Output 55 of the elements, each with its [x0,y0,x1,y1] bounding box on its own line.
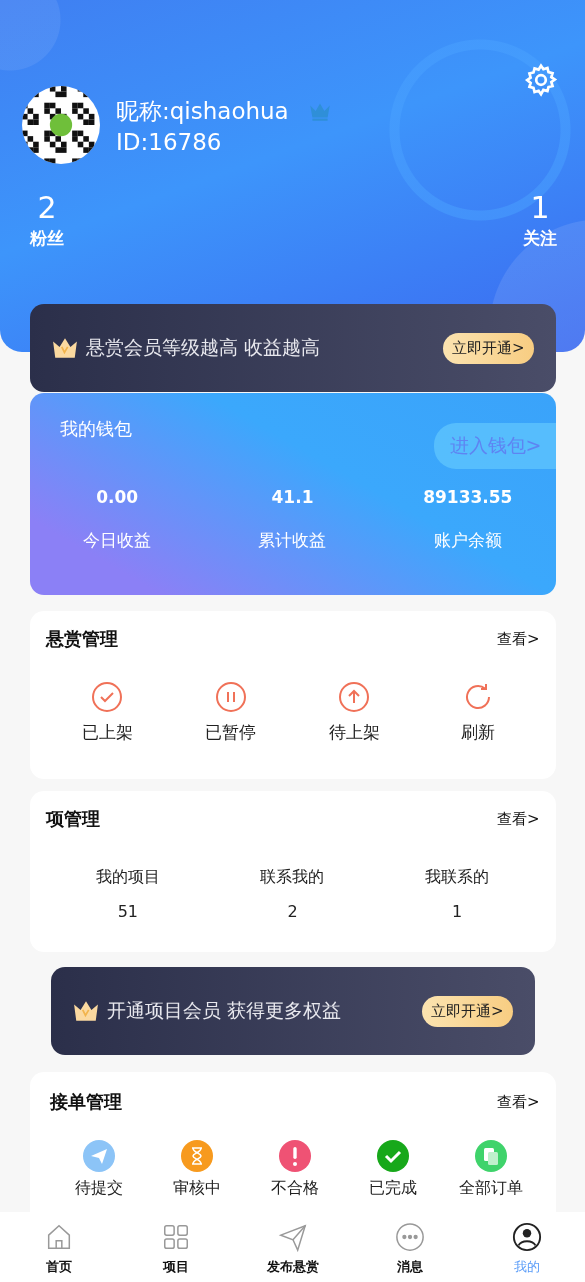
tab-item[interactable]: 发布悬赏 [234,1212,351,1282]
project-count: 2 [287,902,298,921]
bounty-status-item[interactable]: 待上架 [292,681,416,744]
wallet-amount: 41.1 [271,487,314,507]
check-icon[interactable] [376,1140,409,1172]
wallet-label: 账户余额 [433,529,502,552]
tab-item[interactable]: 消息 [351,1212,468,1282]
order-status-label[interactable]: 不合格 [270,1178,319,1199]
bounty-status-item[interactable]: 已暂停 [169,681,293,744]
stat-count: 2 [37,190,57,225]
project-label: 我的项目 [95,867,160,888]
banner-text: 悬赏会员等级越高 收益越高 [85,335,321,360]
view-link[interactable]: 查看> [496,629,540,649]
crown-icon [72,1000,99,1022]
project-label: 联系我的 [260,867,325,888]
nickname: 昵称:qishaohua [116,96,289,126]
hourglass-icon[interactable] [180,1140,213,1172]
paper-plane-icon[interactable] [82,1140,115,1172]
project-count: 1 [452,902,463,921]
stat-label: 关注 [523,227,557,250]
view-link[interactable]: 查看> [496,809,540,829]
chat-bubble-icon [394,1222,425,1252]
order-status-label[interactable]: 已完成 [368,1178,417,1199]
pause-icon [214,681,247,713]
view-link[interactable]: 查看> [496,1092,540,1112]
section-title: 接单管理 [49,1090,122,1114]
stat-count: 1 [530,190,550,225]
wallet-label: 今日收益 [83,529,152,552]
project-count: 51 [117,902,138,921]
order-status-label[interactable]: 待提交 [74,1178,123,1199]
documents-icon[interactable] [474,1140,507,1172]
banner-text: 开通项目会员 获得更多权益 [106,998,342,1023]
wallet-title: 我的钱包 [59,417,132,441]
wallet-amount: 89133.55 [423,487,513,507]
wallet-amount: 0.00 [96,487,139,507]
order-status-label[interactable]: 全部订单 [458,1178,523,1199]
user-id: ID:16786 [116,128,223,155]
user-icon [511,1222,542,1252]
section-title: 悬赏管理 [45,627,118,651]
settings-icon[interactable] [523,62,559,98]
crown-icon [51,337,78,359]
wallet-label: 累计收益 [258,529,327,552]
stat-label: 粉丝 [30,227,64,250]
open-button[interactable]: 立即开通> [442,332,534,364]
open-button[interactable]: 立即开通> [421,995,513,1027]
section-title: 项管理 [45,807,100,831]
exclamation-icon[interactable] [278,1140,311,1172]
project-label: 我联系的 [425,867,490,888]
tab-item[interactable]: 首页 [0,1212,117,1282]
check-circle-icon [91,681,124,713]
order-status-label[interactable]: 审核中 [172,1178,221,1199]
bounty-status-item[interactable]: 刷新 [416,681,540,744]
bounty-status-item[interactable]: 已上架 [45,681,169,744]
tab-item[interactable]: 项目 [117,1212,234,1282]
paper-plane-icon [277,1222,308,1252]
